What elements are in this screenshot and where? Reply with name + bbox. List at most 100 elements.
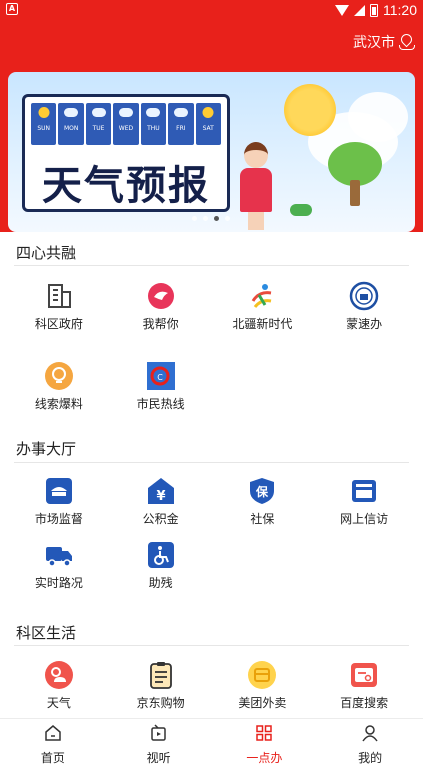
truck-icon — [44, 540, 74, 570]
svg-text:保: 保 — [255, 484, 269, 499]
building-icon — [44, 281, 74, 311]
grid-icon — [255, 724, 273, 746]
service-item[interactable]: 保社保 — [212, 464, 314, 528]
delivery-box-icon — [247, 660, 277, 690]
signal-icon — [354, 4, 365, 16]
svg-text:¥: ¥ — [156, 489, 165, 504]
tv-icon — [150, 724, 168, 746]
notification-badge-icon: A — [6, 3, 18, 15]
status-bar: A 11:20 — [0, 0, 423, 20]
runner-logo-icon — [247, 281, 277, 311]
carousel-dot[interactable] — [192, 216, 197, 221]
forecast-card: SUN MON TUE WED THU FRI SAT 天气预报 — [22, 94, 230, 212]
service-item[interactable]: 助残 — [110, 528, 212, 592]
service-item-label: 社保 — [250, 512, 275, 526]
service-item[interactable]: 实时路况 — [8, 528, 110, 592]
section-title: 办事大厅 — [16, 440, 77, 458]
city-name: 武汉市 — [353, 35, 395, 51]
forecast-day: SAT — [195, 103, 221, 145]
service-item[interactable]: 百度搜索 — [313, 648, 415, 712]
emblem-icon — [349, 281, 379, 311]
tab-label: 一点办 — [246, 751, 283, 765]
service-item[interactable]: 科区政府 — [8, 269, 110, 349]
bottom-tab-bar: 首页 视听 一点办 我的 — [0, 718, 423, 766]
shield-bao-icon: 保 — [247, 476, 277, 506]
service-item[interactable]: 线索爆料 — [8, 349, 110, 419]
service-grid: 科区政府 我帮你 北疆新时代 蒙速办线索爆料 C 市民热线 — [8, 269, 415, 419]
service-item-label: 蒙速办 — [346, 317, 383, 331]
bush-illustration — [290, 204, 312, 216]
service-item-label: 京东购物 — [136, 696, 185, 710]
weather-banner[interactable]: SUN MON TUE WED THU FRI SAT 天气预报 — [8, 72, 415, 232]
forecast-day: TUE — [85, 103, 112, 145]
svg-text:C: C — [157, 373, 163, 382]
battery-icon — [370, 3, 378, 17]
presenter-illustration — [236, 142, 276, 230]
wheelchair-icon — [146, 540, 176, 570]
tab-label: 视听 — [146, 751, 171, 765]
tab-item[interactable]: 视听 — [106, 719, 212, 766]
person-icon — [361, 724, 379, 746]
forecast-day: THU — [140, 103, 167, 145]
service-item[interactable]: 市场监督 — [8, 464, 110, 528]
service-item-label: 线索爆料 — [34, 397, 83, 411]
service-item-label: 网上信访 — [340, 512, 389, 526]
tree-illustration — [328, 142, 382, 206]
service-item[interactable]: ¥ 公积金 — [110, 464, 212, 528]
service-item[interactable]: 北疆新时代 — [212, 269, 314, 349]
carousel-dot[interactable] — [225, 216, 230, 221]
service-item-label: 北疆新时代 — [232, 317, 293, 331]
service-item[interactable]: C 市民热线 — [110, 349, 212, 419]
forecast-day: SUN — [31, 103, 57, 145]
service-item-label: 百度搜索 — [340, 696, 389, 710]
service-item-label: 助残 — [148, 576, 173, 590]
service-item[interactable]: 网上信访 — [313, 464, 415, 528]
service-item-label: 天气 — [46, 696, 71, 710]
service-item-label: 美团外卖 — [238, 696, 287, 710]
section-divider — [14, 462, 409, 463]
section-title: 科区生活 — [16, 624, 77, 642]
tab-item[interactable]: 我的 — [317, 719, 423, 766]
service-item[interactable]: 天气 — [8, 648, 110, 712]
home-icon — [44, 724, 62, 746]
service-item[interactable]: 蒙速办 — [313, 269, 415, 349]
search-card-icon — [349, 660, 379, 690]
service-item-label: 市民热线 — [136, 397, 185, 411]
cloud-icon — [348, 92, 408, 142]
forecast-day: FRI — [168, 103, 194, 145]
sun-icon — [284, 84, 336, 136]
service-item[interactable]: 我帮你 — [110, 269, 212, 349]
lightbulb-icon — [44, 361, 74, 391]
tab-label: 我的 — [358, 751, 383, 765]
tab-item[interactable]: 一点办 — [212, 719, 318, 766]
yuan-house-icon: ¥ — [146, 476, 176, 506]
carousel-dot[interactable] — [214, 216, 219, 221]
section-divider — [14, 645, 409, 646]
tab-label: 首页 — [40, 751, 65, 765]
service-item[interactable]: 美团外卖 — [212, 648, 314, 712]
help-bird-icon — [146, 281, 176, 311]
hotline-icon: C — [146, 361, 176, 391]
service-item-label: 科区政府 — [34, 317, 83, 331]
carousel-dot[interactable] — [203, 216, 208, 221]
service-item-label: 市场监督 — [34, 512, 83, 526]
service-item-label: 我帮你 — [142, 317, 179, 331]
status-time: 11:20 — [383, 2, 417, 18]
weather-icon — [44, 660, 74, 690]
wifi-icon — [335, 4, 349, 16]
status-indicators: 11:20 — [335, 2, 417, 18]
service-item[interactable]: 京东购物 — [110, 648, 212, 712]
service-item-label: 实时路况 — [34, 576, 83, 590]
location-icon — [399, 34, 415, 50]
city-selector[interactable]: 武汉市 — [353, 32, 415, 52]
service-item-label: 公积金 — [142, 512, 179, 526]
tab-item[interactable]: 首页 — [0, 719, 106, 766]
carousel-dots[interactable] — [192, 216, 230, 221]
forecast-days: SUN MON TUE WED THU FRI SAT — [31, 103, 221, 145]
banner-title: 天气预报 — [42, 162, 210, 209]
officer-cap-icon — [44, 476, 74, 506]
forecast-day: MON — [58, 103, 84, 145]
service-grid: 市场监督 ¥ 公积金保社保 网上信访 实时路况 助残 — [8, 464, 415, 592]
forecast-day: WED — [113, 103, 139, 145]
section-divider — [14, 265, 409, 266]
